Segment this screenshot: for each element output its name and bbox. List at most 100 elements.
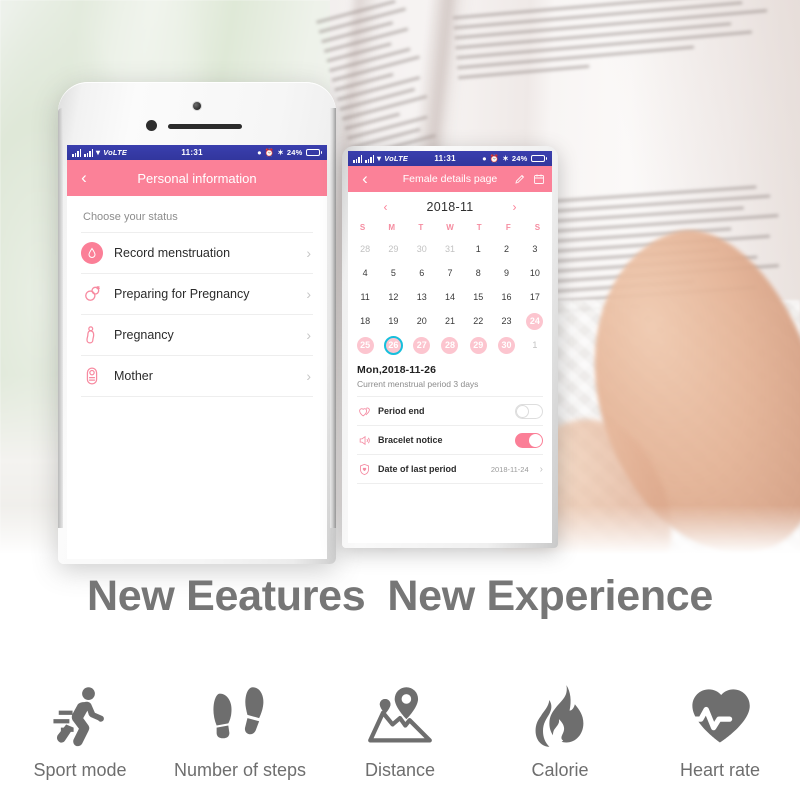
calendar-day-cell[interactable]: 13: [408, 285, 436, 309]
status-bar-right-group: ● ⏰ ✶ 24%: [257, 149, 322, 157]
calendar-day-cell[interactable]: 5: [379, 261, 407, 285]
calendar-day-number: 14: [444, 291, 455, 302]
weekday-label: F: [505, 223, 511, 232]
calendar-day-number: 21: [444, 315, 455, 326]
list-item-mother[interactable]: Mother ›: [81, 356, 313, 397]
calendar-day-number: 4: [362, 267, 368, 278]
signal-bars-icon: [353, 155, 362, 163]
calendar-day-number: 31: [444, 243, 455, 254]
menstruation-icon: [81, 242, 103, 264]
calendar-day-cell[interactable]: 16: [492, 285, 520, 309]
preparing-pregnancy-icon: [81, 283, 103, 305]
option-label: Period end: [378, 406, 425, 416]
calendar-day-number: 29: [388, 243, 399, 254]
calendar-day-cell[interactable]: 28: [351, 237, 379, 261]
calendar-day-cell[interactable]: 30: [408, 237, 436, 261]
list-item-label: Preparing for Pregnancy: [114, 287, 250, 301]
back-button[interactable]: ‹: [348, 166, 382, 192]
battery-percent-label: 24%: [511, 153, 528, 163]
list-item-record-menstruation[interactable]: Record menstruation ›: [81, 233, 313, 274]
option-date-of-last-period[interactable]: Date of last period 2018-11-24 ›: [357, 455, 543, 484]
heart-shield-icon: [357, 462, 371, 476]
calendar-weekday-header: S M T W T F S: [348, 220, 552, 237]
calendar-day-number: 1: [475, 243, 481, 254]
calendar-day-number: 27: [413, 336, 431, 354]
calendar-day-cell[interactable]: 7: [436, 261, 464, 285]
calendar-day-cell[interactable]: 2: [492, 237, 520, 261]
feature-heart-rate: Heart rate: [640, 678, 800, 781]
status-bar-time: 11:31: [181, 148, 203, 157]
calendar-day-cell[interactable]: 9: [492, 261, 520, 285]
status-option-list: Record menstruation › Preparing for Preg…: [81, 232, 313, 397]
calendar-day-cell[interactable]: 4: [351, 261, 379, 285]
footprints-icon: [206, 678, 274, 756]
calendar-day-cell[interactable]: 1: [464, 237, 492, 261]
calendar-day-cell[interactable]: 24: [521, 309, 549, 333]
chevron-right-icon: ›: [306, 286, 311, 302]
list-item-label: Record menstruation: [114, 246, 231, 260]
calendar-day-cell[interactable]: 1: [521, 333, 549, 357]
calendar-day-cell[interactable]: 28: [436, 333, 464, 357]
calendar-icon[interactable]: [533, 173, 545, 185]
calendar-day-cell[interactable]: 22: [464, 309, 492, 333]
wifi-icon: ▾: [96, 147, 101, 157]
calendar-day-cell[interactable]: 21: [436, 309, 464, 333]
feature-label: Calorie: [531, 760, 589, 780]
bracelet-notice-toggle[interactable]: [515, 432, 543, 448]
calendar-day-cell[interactable]: 17: [521, 285, 549, 309]
header-actions: [514, 166, 545, 192]
bluetooth-icon: ✶: [502, 153, 509, 163]
alarm-icon: ⏰: [489, 153, 500, 163]
next-month-button[interactable]: ›: [508, 200, 522, 214]
phone-left-screen: ▾ VoLTE 11:31 ● ⏰ ✶ 24% ‹ Personal infor…: [67, 145, 327, 559]
calendar-day-number: 5: [390, 267, 396, 278]
calendar-day-number: 29: [469, 336, 487, 354]
calendar-day-cell[interactable]: 15: [464, 285, 492, 309]
calendar-day-cell[interactable]: 10: [521, 261, 549, 285]
calendar-day-cell[interactable]: 26: [379, 333, 407, 357]
calendar-day-cell[interactable]: 8: [464, 261, 492, 285]
calendar-day-cell[interactable]: 19: [379, 309, 407, 333]
calendar-day-cell[interactable]: 18: [351, 309, 379, 333]
calendar-day-cell[interactable]: 23: [492, 309, 520, 333]
feature-number-of-steps: Number of steps: [160, 678, 320, 781]
pen-edit-icon[interactable]: [514, 173, 526, 185]
calendar-month-label: 2018-11: [426, 200, 474, 214]
option-label: Bracelet notice: [378, 435, 443, 445]
list-item-preparing-for-pregnancy[interactable]: Preparing for Pregnancy ›: [81, 274, 313, 315]
alarm-icon: ⏰: [264, 147, 275, 157]
calendar-day-cell[interactable]: 30: [492, 333, 520, 357]
calendar-day-cell[interactable]: 12: [379, 285, 407, 309]
calendar-day-cell[interactable]: 31: [436, 237, 464, 261]
status-bar-left-group: ▾ VoLTE: [72, 148, 127, 157]
period-end-toggle[interactable]: [515, 403, 543, 419]
weekday-label: M: [388, 223, 396, 232]
calendar-day-cell[interactable]: 20: [408, 309, 436, 333]
option-period-end[interactable]: Period end: [357, 397, 543, 426]
calendar-day-number: 17: [529, 291, 540, 302]
calendar-day-number: 30: [416, 243, 427, 254]
calendar-day-cell[interactable]: 25: [351, 333, 379, 357]
option-bracelet-notice[interactable]: Bracelet notice: [357, 426, 543, 455]
calendar-day-number: 16: [501, 291, 512, 302]
calendar-day-number: 23: [501, 315, 512, 326]
list-item-label: Mother: [114, 369, 153, 383]
calendar-day-cell[interactable]: 6: [408, 261, 436, 285]
back-button[interactable]: ‹: [67, 160, 101, 196]
feature-sport-mode: Sport mode: [0, 678, 160, 781]
list-item-pregnancy[interactable]: Pregnancy ›: [81, 315, 313, 356]
running-person-icon: [46, 678, 114, 756]
calendar-day-cell[interactable]: 14: [436, 285, 464, 309]
chevron-right-icon: ›: [306, 245, 311, 261]
calendar-day-number: 24: [526, 312, 544, 330]
calendar-day-cell[interactable]: 3: [521, 237, 549, 261]
prev-month-button[interactable]: ‹: [378, 200, 392, 214]
options-list: Period end Bracelet notice Date of last …: [357, 396, 543, 484]
calendar-day-cell[interactable]: 11: [351, 285, 379, 309]
calendar-day-cell[interactable]: 29: [379, 237, 407, 261]
feature-label: Heart rate: [679, 760, 761, 780]
calendar-day-cell[interactable]: 29: [464, 333, 492, 357]
calendar-day-number: 10: [529, 267, 540, 278]
calendar-day-cell[interactable]: 27: [408, 333, 436, 357]
calendar-day-number: 25: [356, 336, 374, 354]
